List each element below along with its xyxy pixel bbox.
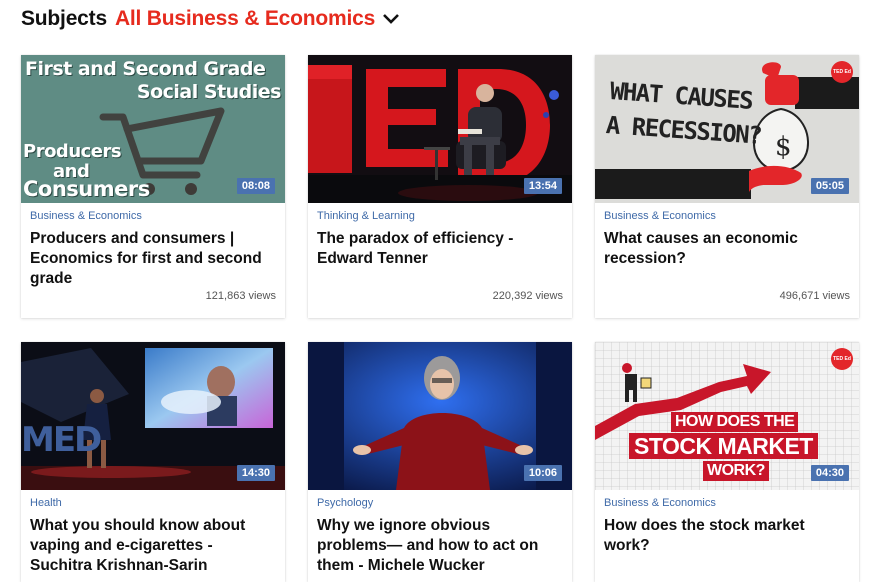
video-thumbnail[interactable]: $ WHAT CAUSES A RECESSION? TED Ed 05:05 (595, 55, 859, 203)
video-thumbnail[interactable]: HOW DOES THE STOCK MARKET WORK? TED Ed 0… (595, 342, 859, 490)
subject-dropdown-value: All Business & Economics (114, 7, 376, 30)
duration-badge: 14:30 (236, 465, 275, 481)
duration-badge: 04:30 (810, 465, 849, 481)
video-title[interactable]: What causes an economic recession? (604, 229, 850, 269)
duration-badge: 10:06 (523, 465, 562, 481)
video-title[interactable]: Producers and consumers | Economics for … (30, 229, 276, 289)
topic-link[interactable]: Health (30, 497, 276, 510)
video-title[interactable]: The paradox of efficiency - Edward Tenne… (317, 229, 563, 269)
video-card[interactable]: 13:54 Thinking & Learning The paradox of… (308, 55, 572, 318)
duration-badge: 05:05 (810, 178, 849, 194)
duration-badge: 08:08 (236, 178, 275, 194)
video-title[interactable]: What you should know about vaping and e-… (30, 516, 276, 576)
chevron-down-icon (382, 13, 400, 25)
thumbnail-text-line3: Producers (23, 141, 122, 162)
video-thumbnail[interactable]: 13:54 (308, 55, 572, 203)
video-thumbnail[interactable]: 10:06 (308, 342, 572, 490)
thumbnail-text-line1: MED (21, 420, 102, 460)
thumbnail-banner-line1: HOW DOES THE (671, 412, 799, 432)
view-count: 496,671 views (779, 290, 850, 302)
video-thumbnail[interactable]: MED 14:30 (21, 342, 285, 490)
topic-link[interactable]: Business & Economics (604, 210, 850, 223)
subjects-header: Subjects All Business & Economics (21, 5, 400, 33)
thumbnail-text-line5: Consumers (23, 177, 150, 201)
duration-badge: 13:54 (523, 178, 562, 194)
thumbnail-banner-line3: WORK? (703, 461, 769, 481)
topic-link[interactable]: Psychology (317, 497, 563, 510)
topic-link[interactable]: Business & Economics (604, 497, 850, 510)
subjects-label: Subjects (21, 7, 107, 30)
video-card[interactable]: MED 14:30 Health What you should know ab… (21, 342, 285, 582)
view-count: 220,392 views (492, 290, 563, 302)
topic-link[interactable]: Business & Economics (30, 210, 276, 223)
video-thumbnail[interactable]: First and Second Grade Social Studies Pr… (21, 55, 285, 203)
ted-ed-logo: TED Ed (831, 61, 853, 83)
thumbnail-text-line2: Social Studies (136, 81, 282, 103)
thumbnail-text-line1: First and Second Grade (25, 58, 266, 80)
video-card[interactable]: First and Second Grade Social Studies Pr… (21, 55, 285, 318)
video-card[interactable]: HOW DOES THE STOCK MARKET WORK? TED Ed 0… (595, 342, 859, 582)
video-card[interactable]: $ WHAT CAUSES A RECESSION? TED Ed 05:05 … (595, 55, 859, 318)
view-count: 121,863 views (205, 290, 276, 302)
video-card[interactable]: 10:06 Psychology Why we ignore obvious p… (308, 342, 572, 582)
ted-ed-logo: TED Ed (831, 348, 853, 370)
thumbnail-banner-line2: STOCK MARKET (629, 433, 818, 459)
video-title[interactable]: Why we ignore obvious problems— and how … (317, 516, 563, 576)
svg-text:$: $ (775, 132, 792, 162)
subject-dropdown[interactable]: All Business & Economics (115, 7, 400, 31)
topic-link[interactable]: Thinking & Learning (317, 210, 563, 223)
video-title[interactable]: How does the stock market work? (604, 516, 850, 556)
